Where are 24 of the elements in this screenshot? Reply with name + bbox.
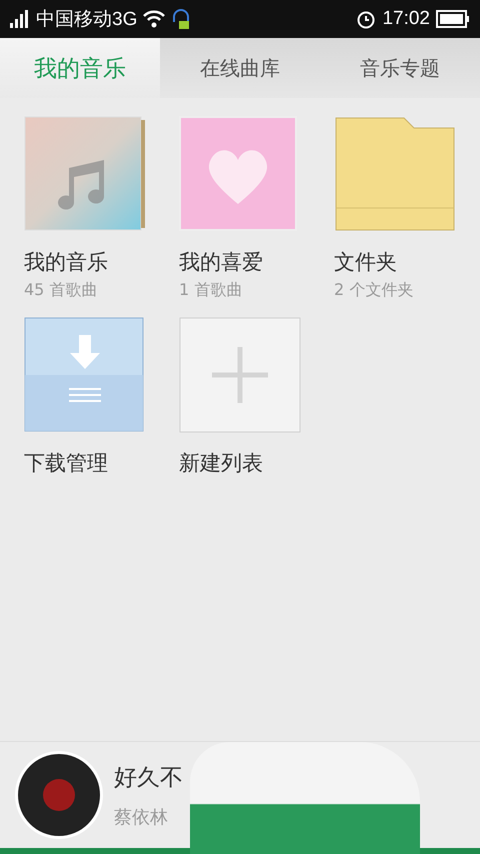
- carrier-name: 中国移动3G: [36, 8, 138, 32]
- tile-title: 我的喜爱: [179, 249, 264, 276]
- tab[interactable]: 我的音乐: [0, 38, 160, 98]
- tab[interactable]: 在线曲库: [160, 38, 320, 98]
- download-icon[interactable]: [24, 317, 146, 433]
- folder-icon[interactable]: [334, 116, 456, 232]
- song-title: 好久不: [114, 764, 183, 792]
- wifi-icon: [143, 10, 166, 28]
- add-icon[interactable]: [179, 317, 301, 433]
- signal-icon: [10, 10, 30, 28]
- artist-name: 蔡依林: [114, 806, 169, 828]
- tile-subtitle: 2 个文件夹: [334, 280, 414, 301]
- tile-title: 我的音乐: [24, 249, 109, 276]
- tile-subtitle: 45 首歌曲: [24, 280, 98, 301]
- tile-title: 新建列表: [179, 450, 264, 477]
- music-note-album-icon[interactable]: [24, 116, 146, 232]
- battery-icon: [436, 10, 470, 28]
- vinyl-record-icon[interactable]: [14, 750, 104, 840]
- tile-title: 下载管理: [24, 450, 109, 477]
- alarm-clock-icon: [356, 9, 376, 29]
- tab[interactable]: 音乐专题: [320, 38, 480, 98]
- tile-title: 文件夹: [334, 249, 398, 276]
- tile-subtitle: 1 首歌曲: [179, 280, 244, 301]
- clock-time: 17:02: [382, 8, 430, 30]
